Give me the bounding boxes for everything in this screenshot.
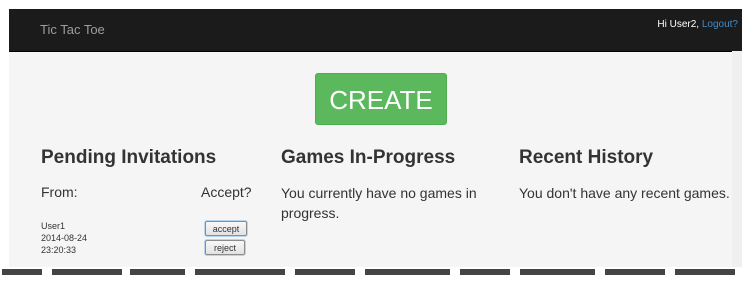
brand-link[interactable]: Tic Tac Toe: [40, 22, 105, 37]
recent-history-section: Recent History You don't have any recent…: [519, 147, 731, 201]
screenshot-frame: Tic Tac Toe Hi User2, Logout? CREATE Pen…: [0, 0, 742, 284]
browser-viewport: Tic Tac Toe Hi User2, Logout? CREATE Pen…: [9, 9, 742, 267]
invitation-user: User1: [41, 221, 66, 231]
logout-link[interactable]: Logout?: [702, 19, 738, 30]
create-button[interactable]: CREATE: [315, 73, 447, 125]
recent-history-title: Recent History: [519, 147, 654, 168]
invitation-sender: User1 2014-08-24 23:20:33: [41, 220, 87, 256]
invitation-time: 23:20:33: [41, 245, 77, 255]
in-progress-message: You currently have no games in progress.: [281, 185, 477, 221]
games-in-progress-section: Games In-Progress You currently have no …: [281, 147, 501, 221]
pending-invitations-section: Pending Invitations From: Accept? User1 …: [41, 147, 271, 255]
from-column-header: From:: [41, 184, 78, 200]
cropped-text-edge: [0, 267, 742, 284]
accept-column-header: Accept?: [201, 184, 252, 200]
history-message: You don't have any recent games.: [519, 185, 730, 201]
greeting-text: Hi User2,: [657, 19, 700, 30]
scrollbar[interactable]: [732, 51, 742, 267]
top-navbar: Tic Tac Toe Hi User2, Logout?: [9, 9, 742, 52]
games-in-progress-title: Games In-Progress: [281, 147, 456, 168]
pending-invitations-title: Pending Invitations: [41, 147, 217, 168]
reject-button[interactable]: reject: [205, 240, 245, 255]
accept-button[interactable]: accept: [205, 221, 247, 236]
invitation-date: 2014-08-24: [41, 233, 88, 243]
user-greeting: Hi User2, Logout?: [657, 19, 738, 30]
